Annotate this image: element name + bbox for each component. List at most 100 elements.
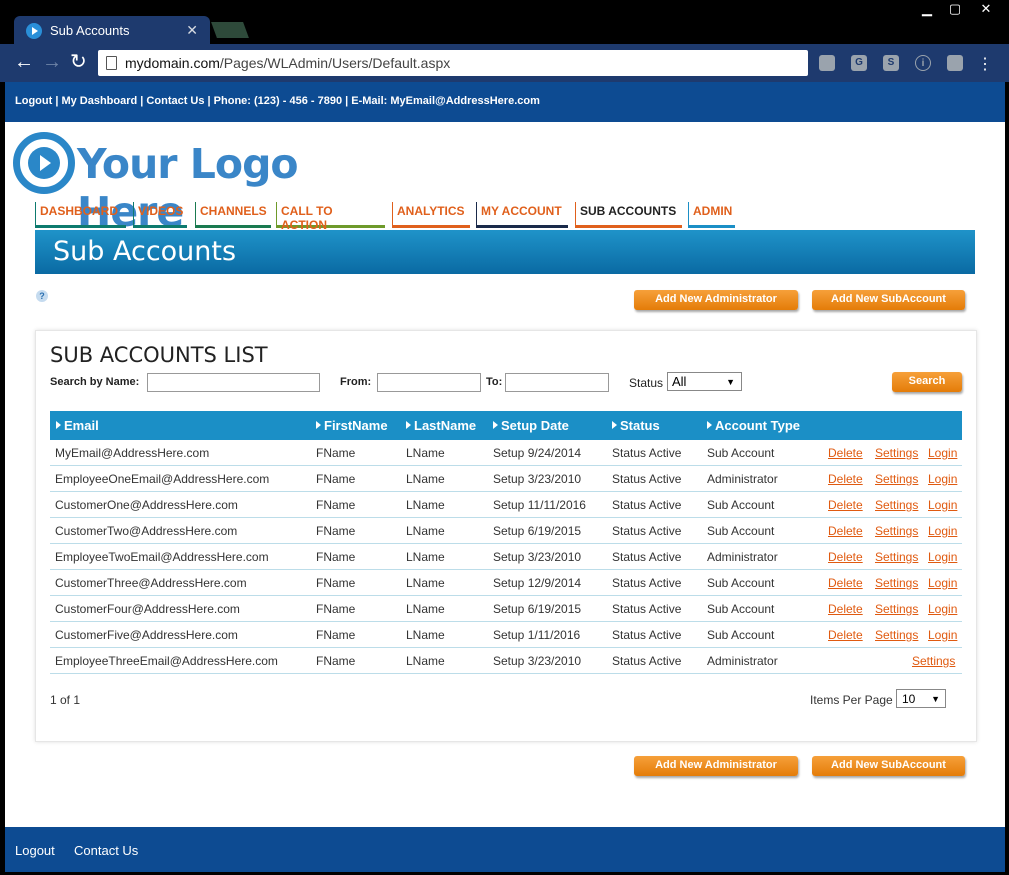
table-row: CustomerOne@AddressHere.com FName LName Set… [50,492,962,518]
login-link[interactable]: Login [928,628,957,642]
column-header-account-type[interactable]: Account Type [707,418,800,433]
settings-link[interactable]: Settings [875,446,918,460]
delete-link[interactable]: Delete [828,628,863,642]
cell-status: Status Active [612,446,682,460]
login-link[interactable]: Login [928,498,957,512]
top-utility-links[interactable]: Logout | My Dashboard | Contact Us | Pho… [15,95,540,107]
delete-link[interactable]: Delete [828,446,863,460]
page-banner: Sub Accounts [35,230,975,274]
settings-link[interactable]: Settings [875,498,918,512]
table-row: MyEmail@AddressHere.com FName LName Setup 9… [50,440,962,466]
delete-link[interactable]: Delete [828,524,863,538]
nav-tab-my-account[interactable]: MY ACCOUNT [476,202,568,228]
delete-link[interactable]: Delete [828,602,863,616]
nav-tab-channels[interactable]: CHANNELS [195,202,271,228]
cell-email: CustomerOne@AddressHere.com [55,498,238,512]
minimize-icon[interactable]: ▁ [913,0,941,18]
table-row: CustomerFour@AddressHere.com FName LName Se… [50,596,962,622]
cell-setup-date: Setup 1/11/2016 [493,628,581,642]
add-administrator-button-bottom[interactable]: Add New Administrator [634,756,798,776]
add-subaccount-button-bottom[interactable]: Add New SubAccount [812,756,965,776]
search-button[interactable]: Search [892,372,962,392]
cell-setup-date: Setup 6/19/2015 [493,524,582,538]
new-tab-button[interactable] [211,22,249,38]
help-icon[interactable]: ? [36,290,48,302]
settings-link[interactable]: Settings [875,602,918,616]
add-administrator-button-top[interactable]: Add New Administrator [634,290,798,310]
back-arrow-icon[interactable]: ← [14,52,34,72]
address-bar[interactable]: mydomain.com/Pages/WLAdmin/Users/Default… [98,50,808,76]
top-utility-bar: Logout | My Dashboard | Contact Us | Pho… [5,82,1005,122]
cell-account-type: Administrator [707,550,778,564]
reload-icon[interactable]: ↻ [70,52,87,72]
browser-tab[interactable]: Sub Accounts ✕ [14,16,210,46]
delete-link[interactable]: Delete [828,576,863,590]
cell-setup-date: Setup 12/9/2014 [493,576,582,590]
extension-info-icon[interactable]: i [915,55,931,71]
login-link[interactable]: Login [928,472,957,486]
settings-link[interactable]: Settings [875,628,918,642]
nav-tab-analytics[interactable]: ANALYTICS [392,202,470,228]
settings-link[interactable]: Settings [912,654,955,668]
extension-camera-icon[interactable] [947,55,963,71]
footer-contact-link[interactable]: Contact Us [74,843,138,858]
forward-arrow-icon[interactable]: → [42,52,62,72]
cell-lastname: LName [406,524,445,538]
table-row: EmployeeTwoEmail@AddressHere.com FName LNa… [50,544,962,570]
dropdown-arrow-icon: ▼ [726,377,735,387]
search-name-input[interactable] [147,373,320,392]
login-link[interactable]: Login [928,550,957,564]
cell-lastname: LName [406,472,445,486]
from-label: From: [340,376,372,388]
tab-close-icon[interactable]: ✕ [186,22,198,39]
nav-tab-sub-accounts[interactable]: SUB ACCOUNTS [575,202,682,228]
delete-link[interactable]: Delete [828,550,863,564]
to-date-input[interactable] [505,373,609,392]
settings-link[interactable]: Settings [875,550,918,564]
extension-g-icon[interactable]: G [851,55,867,71]
maximize-icon[interactable]: ▢ [941,0,969,18]
column-header-email[interactable]: Email [56,418,99,433]
site-logo[interactable]: Your Logo Here [13,130,323,236]
login-link[interactable]: Login [928,576,957,590]
nav-tab-call-to-action[interactable]: CALL TO ACTION [276,202,385,232]
add-subaccount-button-top[interactable]: Add New SubAccount [812,290,965,310]
cell-status: Status Active [612,628,682,642]
items-per-page-select[interactable]: 10 ▼ [896,689,946,708]
dropdown-arrow-icon: ▼ [931,694,940,704]
status-select-value: All [672,374,687,389]
login-link[interactable]: Login [928,446,957,460]
nav-tab-admin[interactable]: ADMIN [688,202,735,228]
login-link[interactable]: Login [928,524,957,538]
column-header-lastname[interactable]: LastName [406,418,476,433]
table-header: Email FirstName LastName Setup Date Stat… [50,411,962,440]
extension-skype-icon[interactable]: S [883,55,899,71]
settings-link[interactable]: Settings [875,472,918,486]
page-icon [106,56,117,70]
footer-logout-link[interactable]: Logout [15,843,55,858]
settings-link[interactable]: Settings [875,524,918,538]
column-header-firstname[interactable]: FirstName [316,418,388,433]
extension-bookmark-icon[interactable] [819,55,835,71]
table-row: EmployeeOneEmail@AddressHere.com FName LNa… [50,466,962,492]
cell-setup-date: Setup 3/23/2010 [493,472,582,486]
sub-accounts-panel: SUB ACCOUNTS LIST Search by Name: From: … [35,330,977,742]
from-date-input[interactable] [377,373,481,392]
settings-link[interactable]: Settings [875,576,918,590]
delete-link[interactable]: Delete [828,472,863,486]
cell-firstname: FName [316,498,356,512]
cell-account-type: Sub Account [707,498,775,512]
cell-firstname: FName [316,472,356,486]
nav-tab-dashboard[interactable]: DASHBOARD [35,202,126,228]
nav-tab-videos[interactable]: VIDEOS [133,202,187,228]
login-link[interactable]: Login [928,602,957,616]
cell-account-type: Administrator [707,472,778,486]
browser-menu-icon[interactable]: ⋮ [977,54,993,74]
cell-account-type: Sub Account [707,602,775,616]
column-header-status[interactable]: Status [612,418,660,433]
window-close-icon[interactable]: ✕ [969,0,1003,18]
status-select[interactable]: All ▼ [667,372,742,391]
column-header-setup-date[interactable]: Setup Date [493,418,569,433]
delete-link[interactable]: Delete [828,498,863,512]
cell-email: MyEmail@AddressHere.com [55,446,210,460]
